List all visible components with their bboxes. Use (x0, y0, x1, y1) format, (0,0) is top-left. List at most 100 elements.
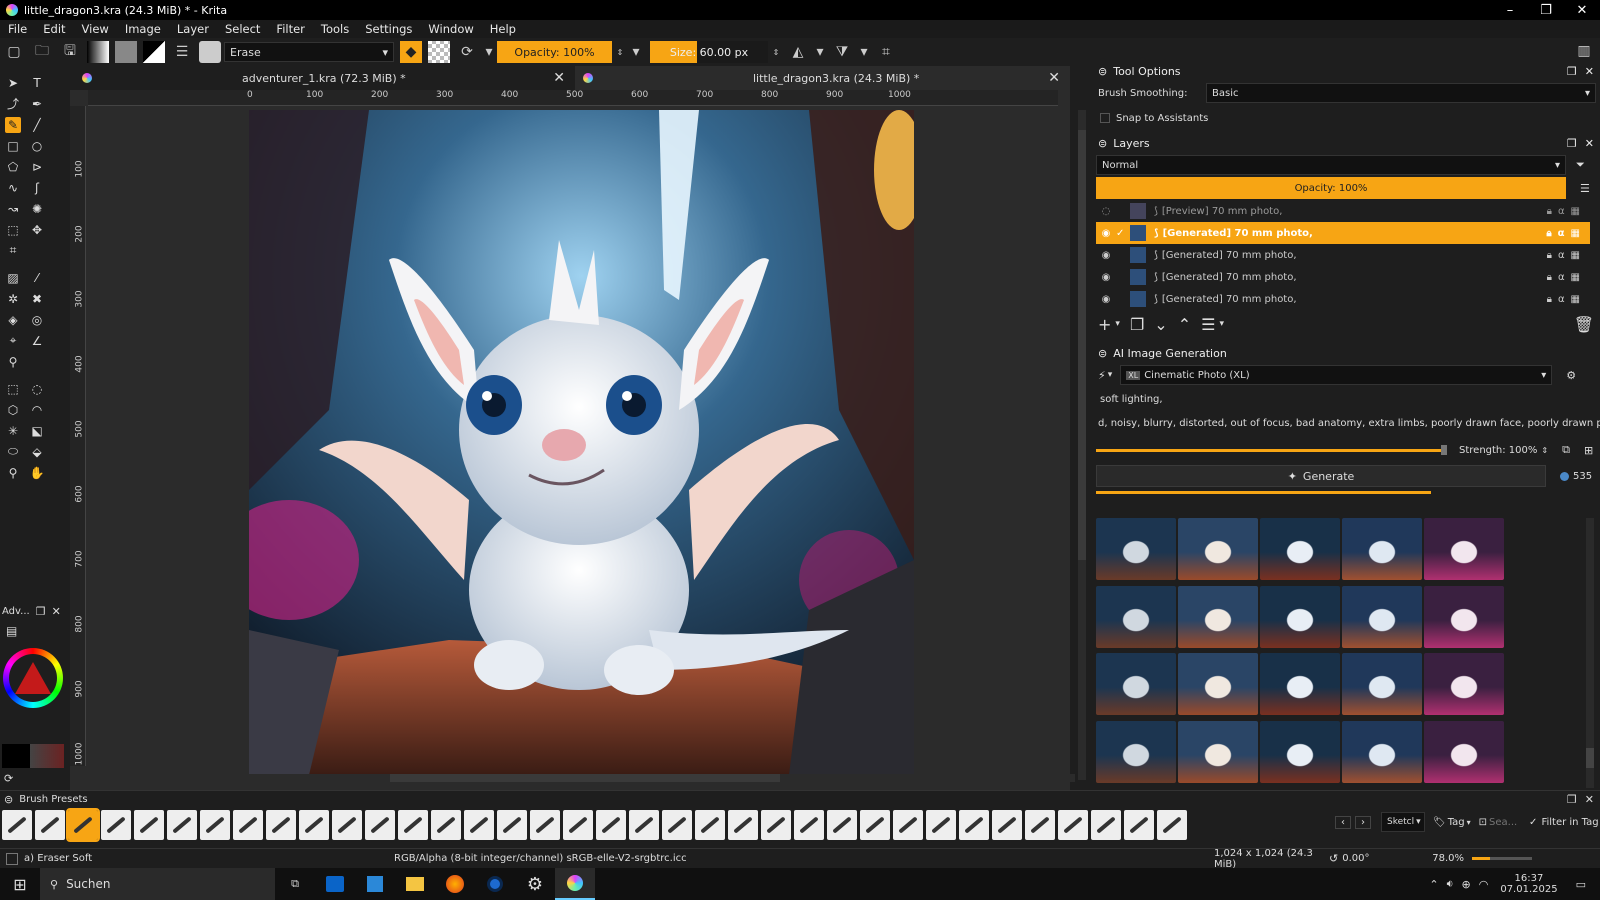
brush-preset[interactable] (563, 810, 593, 840)
brush-preset[interactable] (926, 810, 956, 840)
generated-thumbnail[interactable] (1342, 585, 1422, 648)
menu-settings[interactable]: Settings (357, 22, 420, 36)
dynamic-brush-icon[interactable]: ↝ (5, 201, 21, 217)
inherit-alpha-icon[interactable]: ▦ (1571, 294, 1580, 305)
generated-thumbnail[interactable] (1342, 720, 1422, 783)
strength-value[interactable]: Strength: 100% (1459, 445, 1537, 456)
brush-preset[interactable] (1157, 810, 1187, 840)
pan-tool-icon[interactable]: ✋ (29, 465, 45, 481)
workspace-icon[interactable]: ▥ (1573, 40, 1595, 62)
menu-file[interactable]: File (0, 22, 35, 36)
save-icon[interactable]: 🖫 (59, 41, 81, 63)
refresh-icon[interactable]: ⟳ (4, 772, 13, 785)
zoom-slider[interactable] (1472, 857, 1533, 860)
crop-tool-icon[interactable]: ⌗ (5, 243, 21, 259)
enclose-fill-icon[interactable]: ◎ (29, 312, 45, 328)
layer-opacity-slider[interactable]: Opacity: 100% (1096, 177, 1566, 199)
minimize-button[interactable]: – (1492, 3, 1528, 18)
brush-preset[interactable] (695, 810, 725, 840)
brush-preset[interactable] (629, 810, 659, 840)
clock[interactable]: 16:37 07.01.2025 (1500, 873, 1557, 895)
crop-wrap-icon[interactable]: ⌗ (875, 41, 897, 63)
layer-blend-select[interactable]: Normal ▾ (1096, 155, 1566, 175)
duplicate-layer-icon[interactable]: ❐ (1130, 315, 1144, 334)
taskbar-search[interactable]: ⚲ Suchen (40, 868, 275, 900)
generated-thumbnail[interactable] (1178, 518, 1258, 580)
color-wheel[interactable] (3, 648, 63, 708)
chevron-down-icon[interactable]: ▾ (631, 41, 641, 63)
polyline-tool-icon[interactable]: ⊳ (29, 159, 45, 175)
checkmark-icon[interactable]: ✓ (1116, 228, 1130, 239)
lock-icon[interactable]: 🔒︎ (1546, 228, 1551, 239)
maximize-button[interactable]: ❐ (1528, 3, 1564, 18)
lock-icon[interactable]: 🔒︎ (1547, 272, 1552, 283)
alpha-lock-icon[interactable] (428, 41, 450, 63)
slider-handle[interactable] (1441, 445, 1447, 455)
network-icon[interactable]: ⊕ (1462, 878, 1471, 891)
generated-thumbnail[interactable] (1260, 720, 1340, 783)
polygon-select-icon[interactable]: ⬡ (5, 402, 21, 418)
visibility-icon[interactable]: ◉ (1096, 272, 1116, 283)
spin-arrows-icon[interactable]: ⇕ (1541, 446, 1548, 455)
gradient-tool-icon[interactable]: ▨ (5, 270, 21, 286)
blend-mode-select[interactable]: Erase ▾ (224, 42, 394, 62)
float-icon[interactable]: ❐ (1567, 137, 1577, 150)
brush-preset[interactable] (596, 810, 626, 840)
chevron-down-icon[interactable]: ▾ (1219, 319, 1224, 329)
brush-preset[interactable] (2, 810, 32, 840)
move-layer-up-icon[interactable]: ⌃ (1178, 315, 1191, 334)
next-icon[interactable]: › (1355, 815, 1371, 829)
brush-preset[interactable] (1091, 810, 1121, 840)
close-tab-icon[interactable]: ✕ (1048, 70, 1060, 86)
layer-item-selected[interactable]: ◉ ✓ ⟆ [Generated] 70 mm photo, 🔒︎ α ▦ (1096, 222, 1590, 244)
brush-preset[interactable] (101, 810, 131, 840)
generate-button[interactable]: ✦ Generate (1096, 465, 1546, 487)
generated-thumbnail[interactable] (1424, 518, 1504, 580)
polygon-tool-icon[interactable]: ⬠ (5, 159, 21, 175)
zoom-value[interactable]: 78.0% (1432, 853, 1472, 864)
brush-preset[interactable] (728, 810, 758, 840)
menu-view[interactable]: View (74, 22, 117, 36)
menu-filter[interactable]: Filter (268, 22, 312, 36)
settings-list-icon[interactable]: ▤ (6, 624, 17, 638)
layer-item[interactable]: ◉ ⟆ [Generated] 70 mm photo, 🔒︎ α ▦ (1096, 244, 1590, 266)
gradient-icon[interactable] (87, 41, 109, 63)
spin-arrows-icon[interactable]: ⇕ (771, 41, 781, 63)
canvas[interactable] (249, 110, 914, 775)
inherit-alpha-icon[interactable]: ▦ (1571, 206, 1580, 217)
transform-tool-icon[interactable]: ⬚ (5, 222, 21, 238)
close-icon[interactable]: ✕ (1585, 137, 1594, 150)
freehand-path-icon[interactable]: ʃ (29, 180, 45, 196)
lock-icon[interactable]: 🔒︎ (1547, 206, 1552, 217)
generated-thumbnail[interactable] (1178, 585, 1258, 648)
magnetic-select-icon[interactable]: ⬙ (29, 444, 45, 460)
pattern-icon[interactable] (115, 41, 137, 63)
alpha-icon[interactable]: α (1558, 294, 1565, 305)
settings-gear-icon[interactable]: ⚙ (1566, 369, 1576, 382)
generated-thumbnail[interactable] (1260, 585, 1340, 648)
filter-icon[interactable]: ⏷ (1576, 158, 1585, 172)
smart-patch-icon[interactable]: ✖ (29, 291, 45, 307)
generated-thumbnail[interactable] (1096, 518, 1176, 580)
tab-little-dragon[interactable]: little_dragon3.kra (24.3 MiB) * ✕ (575, 66, 1070, 90)
tag-icon[interactable]: 🏷︎ (1433, 817, 1446, 828)
search-input[interactable] (1489, 816, 1526, 828)
brush-preset[interactable] (233, 810, 263, 840)
volume-icon[interactable]: 🔉︎ (1447, 877, 1454, 891)
mirror-horizontal-icon[interactable]: ◭ (787, 41, 809, 63)
generated-thumbnail[interactable] (1178, 653, 1258, 715)
layer-item[interactable]: ◌ ⟆ [Preview] 70 mm photo, 🔒︎ α ▦ (1096, 200, 1590, 222)
menu-select[interactable]: Select (217, 22, 268, 36)
tag-select[interactable]: Sketcl ▾ (1381, 812, 1425, 832)
line-tool-icon[interactable]: ╱ (29, 117, 45, 133)
brush-preset[interactable] (761, 810, 791, 840)
brush-preset[interactable] (959, 810, 989, 840)
close-icon[interactable]: ✕ (1585, 793, 1594, 806)
contiguous-select-icon[interactable]: ✳ (5, 423, 21, 439)
firefox-icon[interactable] (435, 868, 475, 900)
thumbs-scrollbar[interactable] (1586, 518, 1594, 788)
region-icon[interactable]: ⊞ (1584, 444, 1593, 457)
app-circle-icon[interactable] (475, 868, 515, 900)
similar-select-icon[interactable]: ⬕ (29, 423, 45, 439)
canvas-vertical-scrollbar[interactable] (1078, 110, 1086, 780)
